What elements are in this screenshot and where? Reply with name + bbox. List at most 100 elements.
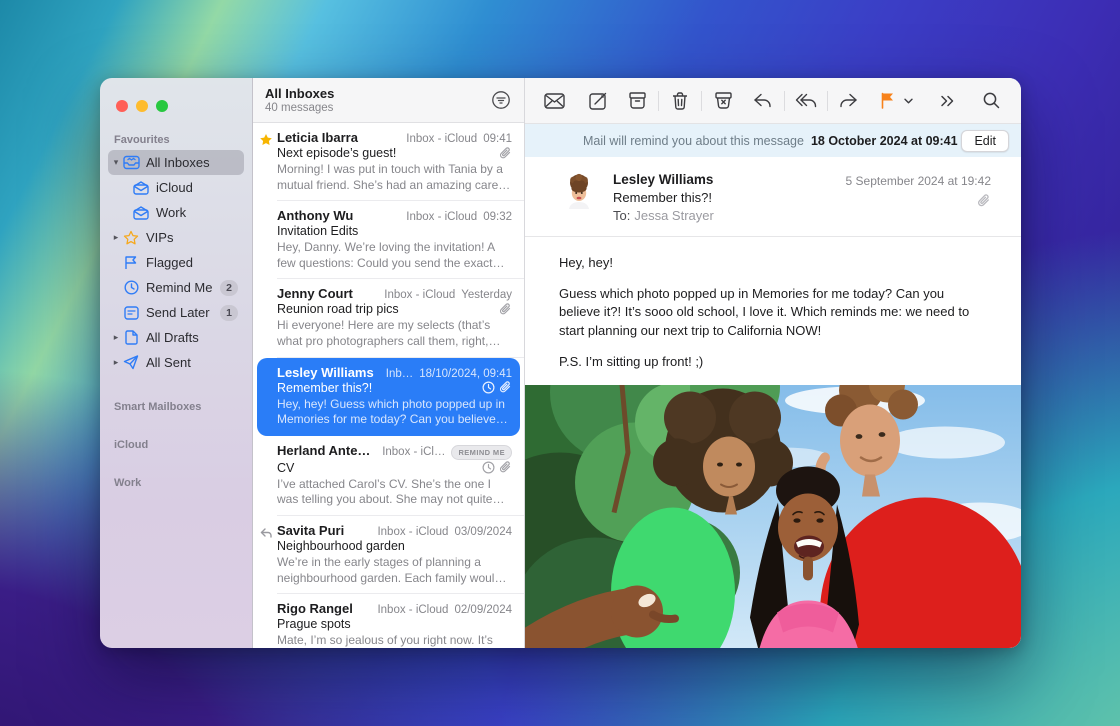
remind-me-badge: REMIND ME: [451, 445, 512, 460]
message-list-header: All Inboxes 40 messages: [253, 78, 524, 123]
message-header: Lesley Williams Remember this?! To:Jessa…: [525, 157, 1021, 237]
subject: Reunion road trip pics: [277, 302, 499, 316]
paperclip-icon: [499, 461, 512, 474]
preview: Morning! I was put in touch with Tania b…: [277, 162, 512, 193]
send-later-icon: [122, 304, 140, 322]
message-row-selected[interactable]: Lesley Williams Inb… 18/10/2024, 09:41 R…: [257, 358, 520, 436]
sidebar-item-all-sent[interactable]: ▸ All Sent: [108, 350, 244, 375]
mail-window: Favourites ▾ All Inboxes iCloud: [100, 78, 1021, 648]
chevron-down-icon[interactable]: ▾: [110, 157, 122, 168]
document-icon: [122, 329, 140, 347]
remind-clock-icon: [482, 381, 495, 394]
flag-button[interactable]: [875, 88, 901, 114]
sidebar-item-label: VIPs: [146, 230, 238, 245]
sender: Savita Puri: [277, 523, 371, 538]
message-row[interactable]: Savita Puri Inbox - iCloud 03/09/2024 Ne…: [253, 516, 524, 594]
message-row[interactable]: Anthony Wu Inbox - iCloud 09:32 Invitati…: [253, 201, 524, 279]
window-controls: [108, 92, 244, 112]
sidebar-section-work: Work: [108, 477, 244, 489]
paperclip-icon: [499, 381, 512, 394]
forward-button[interactable]: [836, 88, 862, 114]
time: 09:41: [483, 133, 512, 145]
sidebar-item-icloud-inbox[interactable]: iCloud: [108, 175, 244, 200]
sidebar-item-label: Remind Me: [146, 280, 220, 295]
body-paragraph: P.S. I’m sitting up front! ;): [559, 353, 987, 371]
search-button[interactable]: [979, 88, 1005, 114]
inbox-tray-icon: [122, 154, 140, 172]
reply-button[interactable]: [750, 88, 776, 114]
compose-button[interactable]: [585, 88, 611, 114]
flag-icon: [122, 254, 140, 272]
sidebar-item-remind-me[interactable]: Remind Me 2: [108, 275, 244, 300]
star-icon: [122, 229, 140, 247]
preview: Mate, I’m so jealous of you right now. I…: [277, 633, 512, 648]
mailbox-label: Inb…: [386, 368, 414, 380]
sender-avatar: [561, 173, 597, 209]
time: 02/09/2024: [454, 604, 512, 616]
edit-reminder-button[interactable]: Edit: [961, 130, 1009, 152]
preview: Hi everyone! Here are my selects (that’s…: [277, 318, 512, 349]
sidebar-item-send-later[interactable]: Send Later 1: [108, 300, 244, 325]
time: 18/10/2024, 09:41: [419, 368, 512, 380]
paperclip-icon: [499, 147, 512, 160]
get-mail-button[interactable]: [541, 88, 567, 114]
subject: CV: [277, 461, 482, 475]
close-window-button[interactable]: [116, 100, 128, 112]
time: Yesterday: [461, 289, 512, 301]
sidebar-item-vips[interactable]: ▸ VIPs: [108, 225, 244, 250]
message-row[interactable]: Jenny Court Inbox - iCloud Yesterday Reu…: [253, 279, 524, 357]
message-count: 40 messages: [265, 102, 490, 114]
junk-button[interactable]: [710, 88, 736, 114]
more-toolbar-items-button[interactable]: [935, 88, 961, 114]
sidebar-item-label: All Inboxes: [146, 155, 238, 170]
chevron-right-icon[interactable]: ▸: [110, 357, 122, 368]
minimize-window-button[interactable]: [136, 100, 148, 112]
chevron-right-icon[interactable]: ▸: [110, 332, 122, 343]
message-body: Hey, hey! Guess which photo popped up in…: [525, 237, 1021, 385]
sender: Anthony Wu: [277, 208, 400, 223]
sidebar-item-work-inbox[interactable]: Work: [108, 200, 244, 225]
message-content-pane: Mail will remind you about this message …: [525, 78, 1021, 648]
flag-menu-chevron-icon[interactable]: [901, 88, 917, 114]
sidebar-item-label: Flagged: [146, 255, 238, 270]
reminder-banner: Mail will remind you about this message …: [525, 124, 1021, 157]
filter-button[interactable]: [490, 89, 512, 111]
replied-arrow-icon: [259, 526, 273, 540]
archive-button[interactable]: [624, 88, 650, 114]
message-row[interactable]: Leticia Ibarra Inbox - iCloud 09:41 Next…: [253, 123, 524, 201]
sender: Herland Antezana: [277, 443, 376, 458]
sidebar-item-all-drafts[interactable]: ▸ All Drafts: [108, 325, 244, 350]
sender: Jenny Court: [277, 286, 378, 301]
paperclip-icon: [977, 194, 991, 208]
send-later-count-badge: 1: [220, 305, 238, 321]
message-row[interactable]: Rigo Rangel Inbox - iCloud 02/09/2024 Pr…: [253, 594, 524, 648]
body-paragraph: Hey, hey!: [559, 254, 987, 272]
time: 03/09/2024: [454, 526, 512, 538]
chevron-right-icon[interactable]: ▸: [110, 232, 122, 243]
trash-button[interactable]: [667, 88, 693, 114]
preview: We’re in the early stages of planning a …: [277, 555, 512, 586]
attachment-indicator: [846, 194, 991, 208]
remind-clock-icon: [482, 461, 495, 474]
recipient-name[interactable]: Jessa Strayer: [634, 208, 713, 223]
toolbar: [525, 78, 1021, 124]
subject: Invitation Edits: [277, 224, 512, 238]
subject: Remember this?!: [277, 381, 482, 395]
attachment-photo[interactable]: [525, 385, 1021, 648]
sender: Rigo Rangel: [277, 601, 371, 616]
vip-star-icon: [259, 133, 273, 147]
subject: Next episode’s guest!: [277, 146, 499, 160]
mailbox-label: Inbox - iCloud: [377, 604, 448, 616]
sender: Lesley Williams: [277, 365, 380, 380]
reminder-datetime: 18 October 2024 at 09:41: [811, 134, 958, 148]
zoom-window-button[interactable]: [156, 100, 168, 112]
sidebar-section-favourites: Favourites: [108, 134, 244, 146]
message-row[interactable]: Herland Antezana Inbox - iCl… REMIND ME …: [253, 436, 524, 516]
envelope-open-icon: [132, 204, 150, 222]
clock-icon: [122, 279, 140, 297]
remind-me-count-badge: 2: [220, 280, 238, 296]
sidebar-item-flagged[interactable]: Flagged: [108, 250, 244, 275]
sidebar-item-all-inboxes[interactable]: ▾ All Inboxes: [108, 150, 244, 175]
message-list-pane: All Inboxes 40 messages Leticia Ibarra I…: [253, 78, 525, 648]
reply-all-button[interactable]: [793, 88, 819, 114]
